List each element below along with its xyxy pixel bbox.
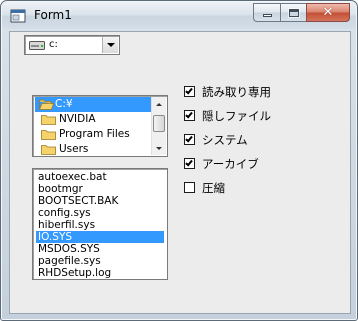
title-bar[interactable]: Form1 ✕ xyxy=(2,2,356,29)
check-icon xyxy=(185,134,193,143)
directory-label: Users xyxy=(59,143,89,155)
close-icon: ✕ xyxy=(322,5,334,20)
checkbox-box[interactable] xyxy=(184,134,195,145)
drive-dropdown-button[interactable] xyxy=(102,37,118,53)
checkbox-readonly[interactable]: 読み取り専用 xyxy=(184,84,271,99)
scroll-thumb[interactable] xyxy=(153,115,165,132)
scroll-down-button[interactable] xyxy=(152,141,166,155)
drive-value: c: xyxy=(49,39,58,50)
checkbox-system[interactable]: システム xyxy=(184,132,248,147)
checkbox-box[interactable] xyxy=(184,110,195,121)
checkbox-label: アーカイブ xyxy=(202,156,259,171)
minimize-icon xyxy=(262,14,272,17)
checkbox-label: 読み取り専用 xyxy=(202,84,271,99)
file-item[interactable]: MSDOS.SYS xyxy=(36,243,164,255)
checkbox-label: 隠しファイル xyxy=(202,108,271,123)
folder-icon xyxy=(41,115,56,125)
check-icon xyxy=(185,158,193,167)
checkbox-label: システム xyxy=(202,132,248,147)
directory-item[interactable]: C:¥ xyxy=(35,97,151,112)
app-icon xyxy=(10,9,26,23)
file-item[interactable]: hiberfil.sys xyxy=(36,219,164,231)
close-button[interactable]: ✕ xyxy=(306,3,350,22)
checkbox-box[interactable] xyxy=(184,158,195,169)
drive-list-box[interactable]: c: xyxy=(24,35,120,55)
directory-list-box[interactable]: C:¥ NVIDIA Program Files Users xyxy=(32,95,168,157)
file-list-box[interactable]: autoexec.bat bootmgr BOOTSECT.BAK config… xyxy=(32,168,168,280)
directory-scrollbar[interactable] xyxy=(151,97,166,155)
directory-label: Program Files xyxy=(59,128,130,140)
checkbox-box[interactable] xyxy=(184,86,195,97)
directory-label: C:¥ xyxy=(55,98,73,110)
folder-icon xyxy=(41,130,56,140)
minimize-button[interactable] xyxy=(253,3,280,22)
checkbox-hidden[interactable]: 隠しファイル xyxy=(184,108,271,123)
file-item[interactable]: bootmgr xyxy=(36,183,164,195)
folder-icon xyxy=(41,145,56,155)
check-icon xyxy=(185,86,193,95)
directory-label: NVIDIA xyxy=(59,113,96,125)
file-item[interactable]: BOOTSECT.BAK xyxy=(36,195,164,207)
folder-open-icon xyxy=(39,99,54,110)
check-icon xyxy=(185,110,193,119)
drive-icon xyxy=(29,41,45,50)
checkbox-compressed[interactable]: 圧縮 xyxy=(184,180,225,195)
chevron-down-icon xyxy=(106,43,115,47)
file-item[interactable]: config.sys xyxy=(36,207,164,219)
arrow-down-icon xyxy=(156,146,162,150)
checkbox-box[interactable] xyxy=(184,182,195,193)
file-item[interactable]: RHDSetup.log xyxy=(36,267,164,279)
maximize-button[interactable] xyxy=(280,3,306,22)
checkbox-archive[interactable]: アーカイブ xyxy=(184,156,259,171)
caption-buttons: ✕ xyxy=(253,3,350,22)
arrow-up-icon xyxy=(156,102,162,106)
maximize-icon xyxy=(288,8,299,17)
window-title: Form1 xyxy=(34,8,72,22)
file-item[interactable]: autoexec.bat xyxy=(36,171,164,183)
scroll-up-button[interactable] xyxy=(152,97,166,111)
checkbox-label: 圧縮 xyxy=(202,180,225,195)
file-item-selected[interactable]: IO.SYS xyxy=(36,231,164,243)
file-item[interactable]: pagefile.sys xyxy=(36,255,164,267)
